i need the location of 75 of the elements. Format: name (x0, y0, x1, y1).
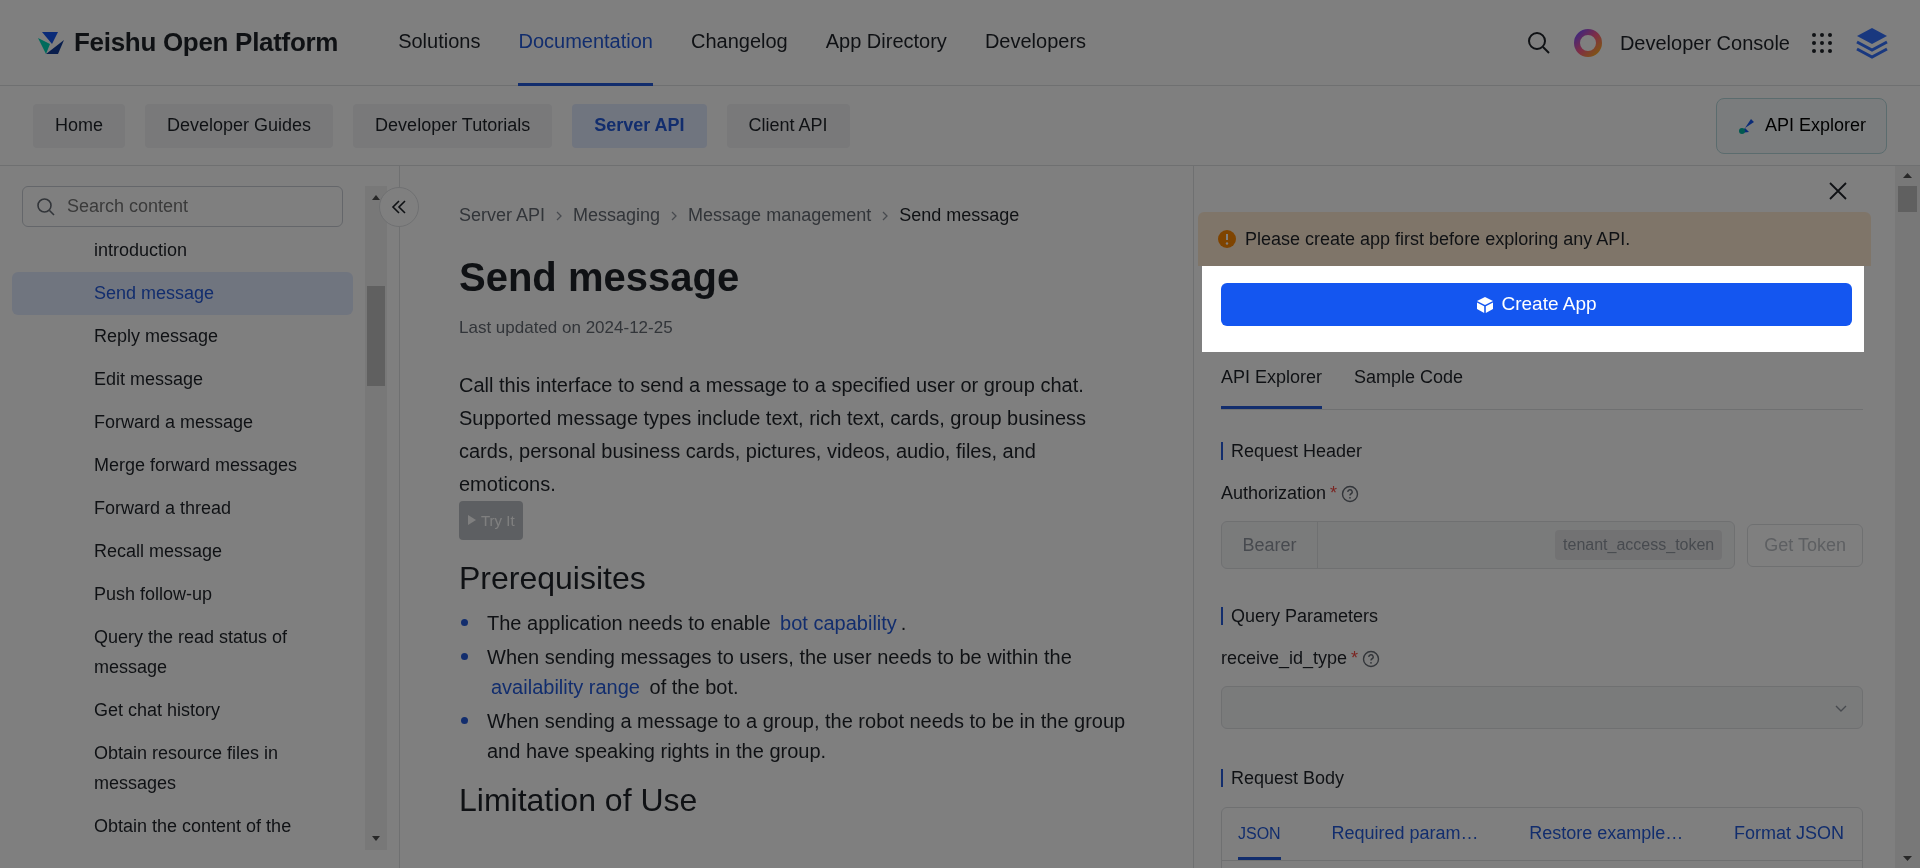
sidebar-item[interactable]: Merge forward messages (12, 444, 353, 487)
body-tab[interactable]: Required param… (1331, 808, 1479, 860)
required-mark: * (1351, 647, 1359, 670)
bullet-text: The application needs to enable bot capability . (487, 612, 907, 635)
panel-tab[interactable]: API Explorer (1221, 352, 1323, 409)
section-heading: Limitation of Use (459, 782, 699, 820)
doc-tab[interactable]: Server API (572, 103, 707, 148)
search-icon[interactable] (1525, 29, 1552, 56)
sidebar-item[interactable]: Obtain resource files in messages (12, 732, 353, 805)
breadcrumb-link[interactable]: Message management (688, 202, 872, 229)
body-tab[interactable]: JSON (1238, 808, 1281, 860)
breadcrumb-current: Send message (899, 204, 1020, 227)
sidebar-item[interactable]: Forward a message (12, 401, 353, 444)
select-field[interactable] (1221, 686, 1863, 729)
doc-tab[interactable]: Home (33, 103, 125, 148)
search-field[interactable]: Search content (22, 186, 343, 227)
sidebar-item[interactable]: Get chat history (12, 689, 353, 732)
apps-grid-icon[interactable] (1810, 30, 1834, 55)
bullet-icon (461, 653, 468, 661)
sidebar-item[interactable]: Send message (12, 272, 353, 315)
panel-tab[interactable]: Sample Code (1354, 352, 1464, 409)
alert-text: Please create app first before exploring any API. (1245, 227, 1631, 251)
bullet-icon (461, 619, 468, 627)
bullet-text: When sending a message to a group, the robot needs to be in the group and have speaking rights in the group. (487, 710, 1126, 763)
search-icon (36, 197, 56, 217)
doc-link[interactable]: availability range (491, 676, 640, 699)
sidebar-item[interactable]: Obtain the content of the (12, 805, 353, 848)
doc-tab[interactable]: Client API (726, 103, 850, 148)
api-explorer-button[interactable]: API Explorer (1715, 97, 1887, 154)
scrollbar[interactable] (1895, 166, 1920, 868)
sidebar-item[interactable]: Recall message (12, 530, 353, 573)
bullet-text: When sending messages to users, the user needs to be within the availability range of the bot. (487, 646, 1072, 699)
field-label: Authorization (1221, 482, 1327, 505)
sidebar-item[interactable]: Push follow-up (12, 573, 353, 616)
sidebar-item[interactable]: Query the read status of message (12, 616, 353, 689)
intro-paragraph: Call this interface to send a message to a specified user or group chat. Supported message types include text, rich text, cards, group business cards, personal business cards, pictures, videos, audio, files, and emoticons. (459, 372, 1087, 497)
scrollbar[interactable] (365, 186, 387, 850)
nav-link[interactable]: Developers (984, 0, 1087, 86)
page-title: Send message (459, 254, 741, 301)
doc-link[interactable]: bot capability (780, 612, 897, 635)
logo-icon (36, 29, 66, 56)
collapse-button[interactable] (379, 187, 419, 227)
play-icon (467, 514, 477, 526)
section-title: Query Parameters (1221, 607, 1863, 625)
sidebar-item[interactable]: Forward a thread (12, 487, 353, 530)
help-icon[interactable] (1362, 649, 1381, 668)
ring-icon (1571, 26, 1604, 59)
field-label: receive_id_type (1221, 647, 1348, 671)
nav-link[interactable]: Documentation (518, 0, 653, 86)
section-heading: Prerequisites (459, 559, 647, 597)
doc-tab[interactable]: Developer Tutorials (353, 103, 553, 148)
create-app-button[interactable]: Create App (1221, 283, 1852, 326)
warning-icon (1217, 229, 1237, 249)
help-icon[interactable] (1341, 484, 1360, 503)
updated-date: Last updated on 2024-12-25 (459, 317, 674, 339)
doc-tab[interactable]: Developer Guides (145, 103, 334, 148)
section-title: Request Header (1221, 442, 1863, 460)
breadcrumb-link[interactable]: Messaging (573, 202, 661, 229)
body-tab[interactable]: Restore example… (1529, 808, 1684, 860)
nav-link[interactable]: App Directory (825, 0, 947, 86)
close-icon[interactable] (1827, 180, 1849, 202)
section-title: Request Body (1221, 769, 1863, 787)
sidebar-item[interactable]: introduction (12, 229, 353, 272)
console-link[interactable]: Developer Console (1619, 27, 1790, 58)
sidebar-item[interactable]: Reply message (12, 315, 353, 358)
nav-link[interactable]: Solutions (398, 0, 481, 86)
required-mark: * (1330, 482, 1338, 505)
bullet-icon (461, 717, 468, 725)
sidebar-item[interactable]: Edit message (12, 358, 353, 401)
nav-link[interactable]: Changelog (690, 0, 788, 86)
body-tab[interactable]: Format JSON (1734, 808, 1844, 860)
breadcrumb-link[interactable]: Server API (459, 202, 546, 229)
double-chevron-icon (390, 198, 408, 216)
cube-icon (1476, 295, 1495, 314)
logo-text: Feishu Open Platform (74, 26, 339, 59)
